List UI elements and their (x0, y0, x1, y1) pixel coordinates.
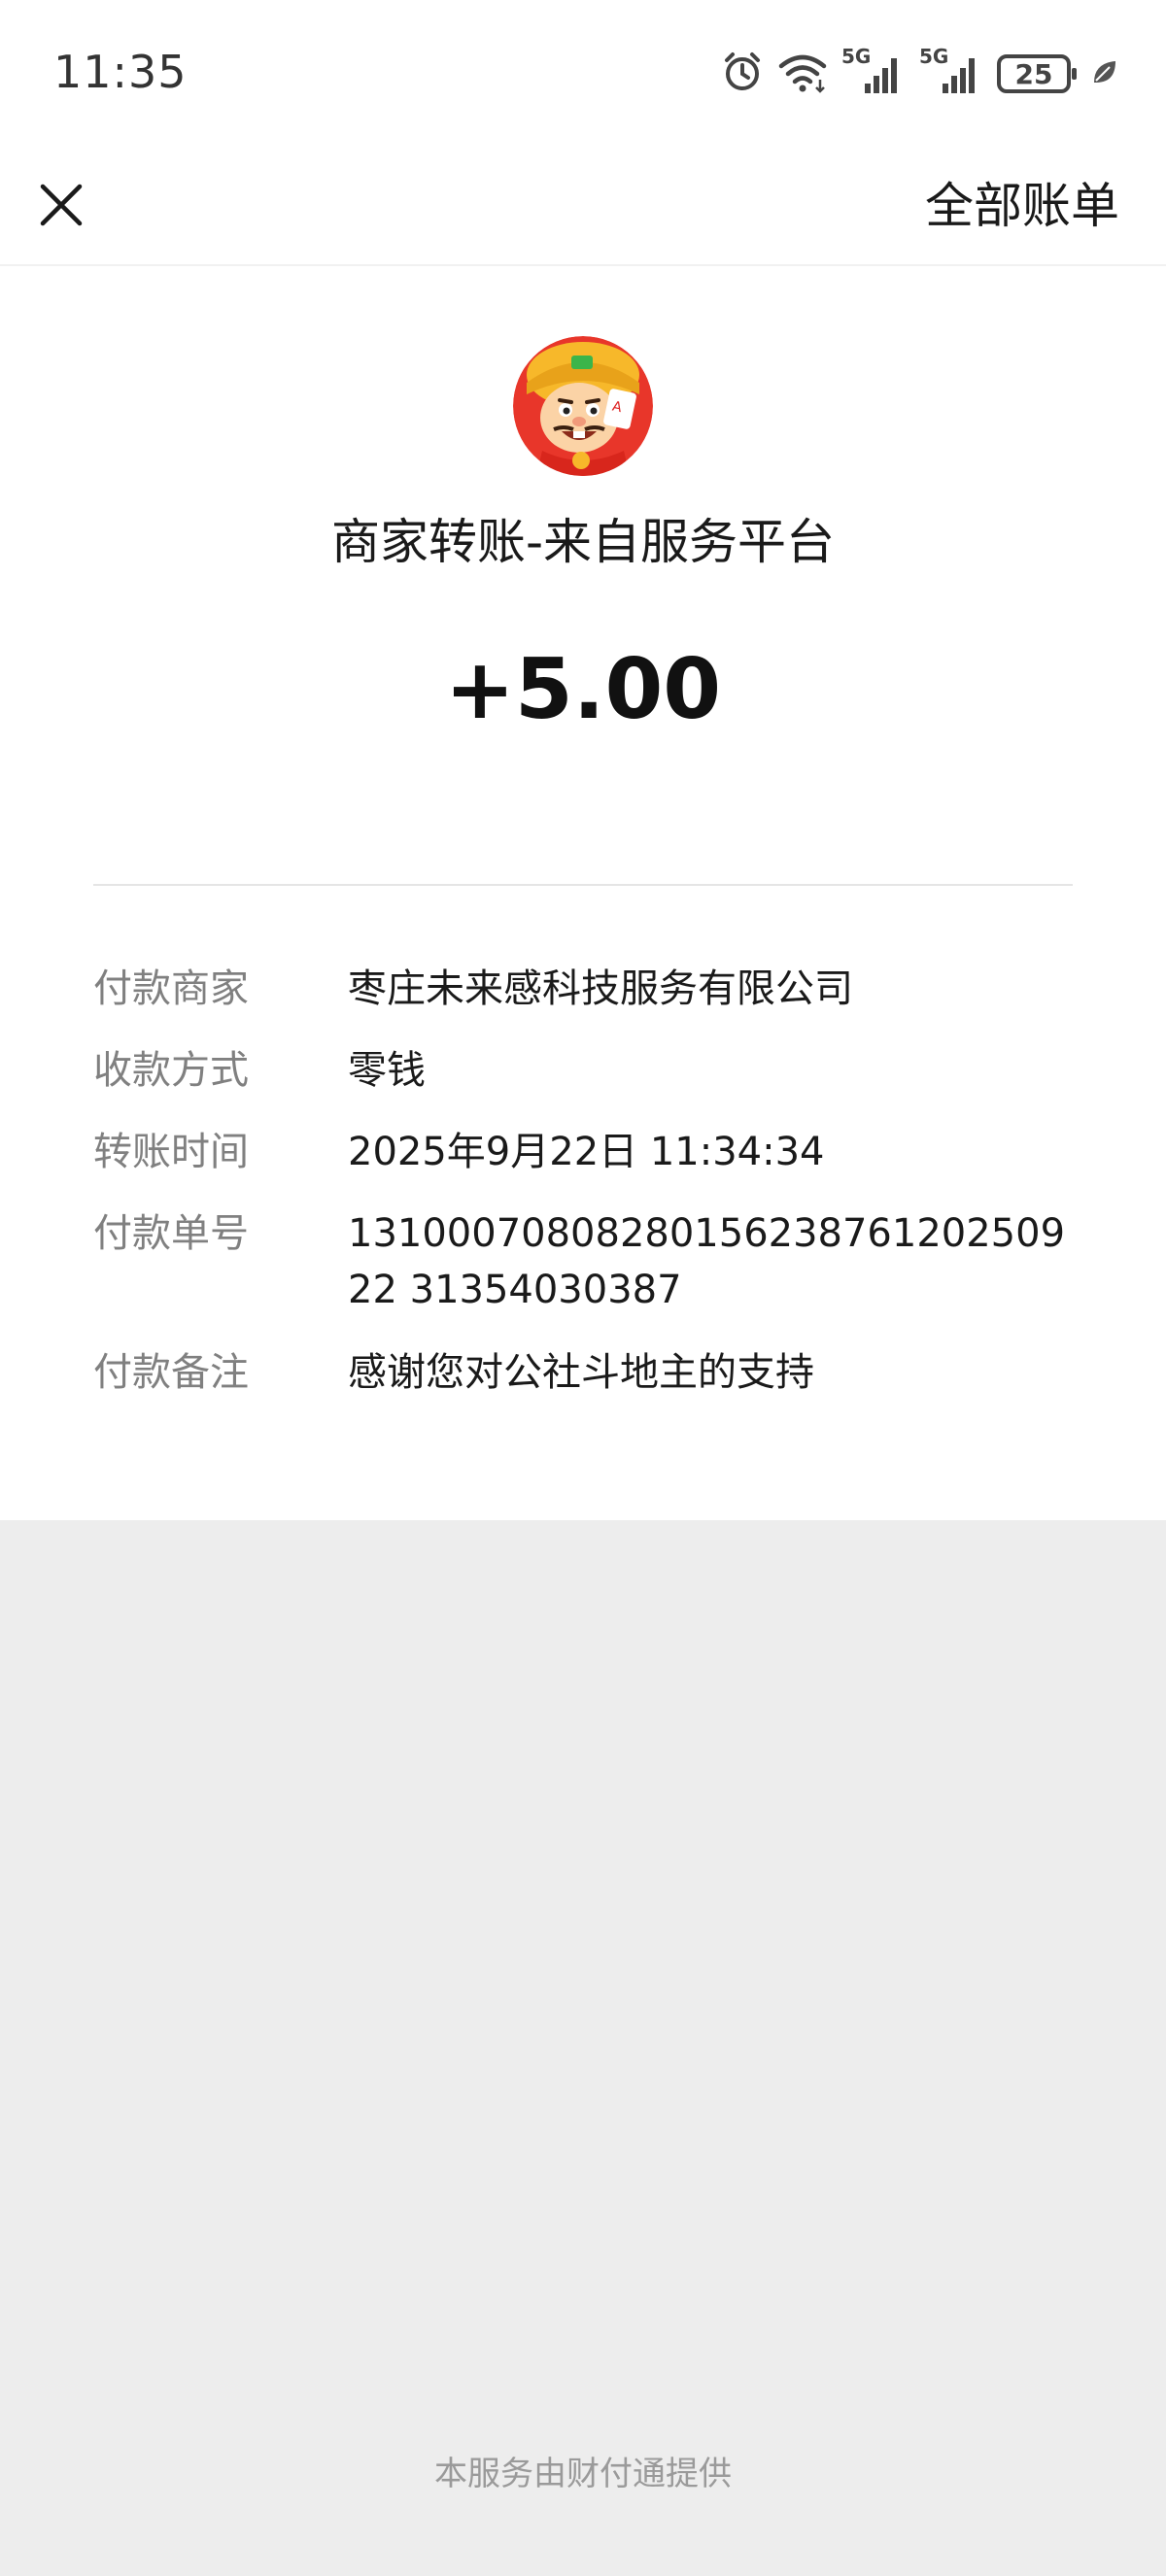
close-icon (40, 184, 83, 226)
detail-value: 零钱 (348, 1048, 426, 1093)
battery-level: 25 (1014, 57, 1053, 90)
all-bills-link[interactable]: 全部账单 (925, 177, 1119, 235)
detail-label: 付款商家 (93, 966, 249, 1011)
close-button[interactable] (27, 171, 95, 239)
detail-label: 付款单号 (93, 1211, 249, 1256)
merchant-title: 商家转账-来自服务平台 (330, 514, 836, 570)
detail-value: 2025年9月22日 11:34:34 (348, 1130, 825, 1174)
battery-icon: 25 (997, 54, 1077, 93)
divider (93, 884, 1073, 886)
detail-label: 收款方式 (93, 1048, 249, 1093)
transfer-amount: +5.00 (444, 641, 722, 738)
merchant-avatar: A (513, 336, 653, 476)
footer-provider-text: 本服务由财付通提供 (434, 2455, 732, 2493)
transfer-detail-screen: 11:35 5G 5G 25 全部账单 A 商家转账-来自服务平台 +5.00 … (0, 0, 1166, 2576)
detail-label: 付款备注 (93, 1350, 249, 1395)
leaf-icon (1090, 57, 1119, 90)
detail-label: 转账时间 (93, 1130, 249, 1174)
detail-value: 感谢您对公社斗地主的支持 (348, 1350, 814, 1395)
detail-value: 枣庄未来感科技服务有限公司 (348, 966, 853, 1011)
signal-icon: 5G (841, 45, 906, 97)
status-icons: 5G 5G 25 (721, 45, 1119, 101)
nav-bar: 全部账单 (0, 146, 1166, 266)
status-time: 11:35 (53, 46, 188, 98)
status-bar: 11:35 5G 5G 25 (0, 0, 1166, 146)
alarm-icon (721, 51, 764, 97)
wifi-icon (777, 51, 828, 97)
signal-icon: 5G (919, 45, 983, 97)
detail-value[interactable]: 1310007080828015623876120250922 31354030… (348, 1205, 1086, 1318)
